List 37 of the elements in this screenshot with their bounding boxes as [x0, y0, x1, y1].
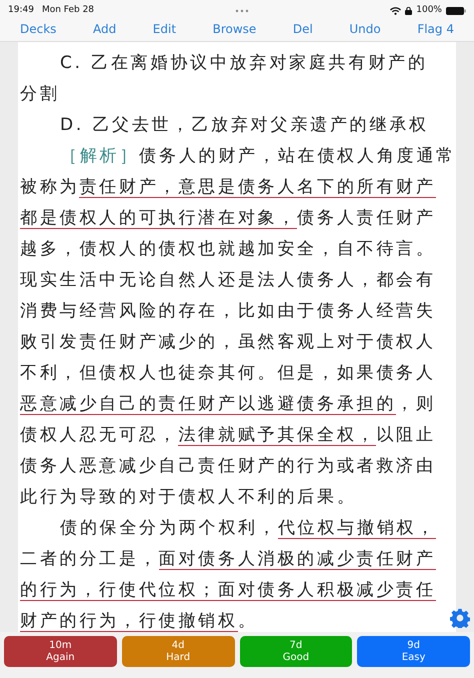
toolbar-button[interactable]: Del — [288, 20, 317, 38]
text-line: 越多，债权人的债权也就越加安全，自不待言。 — [20, 238, 436, 261]
text-line: 债务人恶意减少自己责任财产的行为或者救济由 — [20, 455, 436, 478]
toolbar-button[interactable]: Browse — [208, 20, 260, 38]
text-line: ［解析］债务人的财产，站在债权人角度通常 — [59, 145, 456, 168]
answer-button[interactable]: 7d Good — [240, 636, 352, 667]
answer-button[interactable]: 10m Again — [4, 636, 117, 667]
toolbar-button[interactable]: Add — [88, 20, 120, 38]
battery-percentage: 100% — [416, 4, 442, 17]
text-line: 消费与经营风险的存在，比如由于债务人经营失 — [20, 300, 436, 323]
toolbar-button[interactable]: Undo — [345, 20, 385, 38]
text-line: 债权人忍无可忍，法律就赋予其保全权，以阻止 — [20, 424, 436, 448]
toolbar-button[interactable]: Flag 4 — [413, 20, 458, 38]
status-time: 19:49 — [8, 4, 34, 17]
text-line: C. 乙在离婚协议中放弃对家庭共有财产的 — [59, 52, 428, 75]
wifi-icon — [390, 6, 402, 14]
text-line: D. 乙父去世，乙放弃对父亲遗产的继承权 — [59, 114, 429, 137]
text-line: 债的保全分为两个权利，代位权与撤销权， — [59, 517, 436, 541]
text-line: 不利，但债权人也徒奈其何。但是，如果债务人 — [20, 362, 436, 385]
more-dots-icon — [235, 8, 250, 12]
status-date: Mon Feb 28 — [42, 4, 94, 17]
text-line: 分割 — [20, 83, 60, 106]
lock-icon — [405, 6, 412, 14]
text-line: 被称为 责任财产，意思是债务人名下的所有财产 — [20, 176, 436, 200]
battery-icon — [446, 6, 466, 14]
text-line: 都是债权人的可执行潜在对象，债务人责任财产 — [20, 207, 436, 231]
text-line: 此行为导致的对于债权人不利的后果。 — [20, 486, 357, 509]
text-line: 二者的分工是，面对债务人消极的减少责任财产 — [20, 548, 436, 572]
toolbar-button[interactable]: Edit — [148, 20, 180, 38]
text-line: 的行为，行使代位权；面对债务人积极减少责任 — [20, 579, 436, 603]
text-line: 现实生活中无论自然人还是法人债务人，都会有 — [20, 269, 436, 292]
text-line: 恶意减少自己的责任财产以逃避债务承担的，则 — [20, 393, 436, 417]
answer-button[interactable]: 9d Easy — [357, 636, 470, 667]
settings-icon[interactable] — [450, 608, 470, 628]
answer-button[interactable]: 4d Hard — [122, 636, 234, 667]
text-line: 败引发责任财产减少的，虽然客观上对于债权人 — [20, 331, 436, 354]
toolbar-button[interactable]: Decks — [16, 20, 60, 38]
